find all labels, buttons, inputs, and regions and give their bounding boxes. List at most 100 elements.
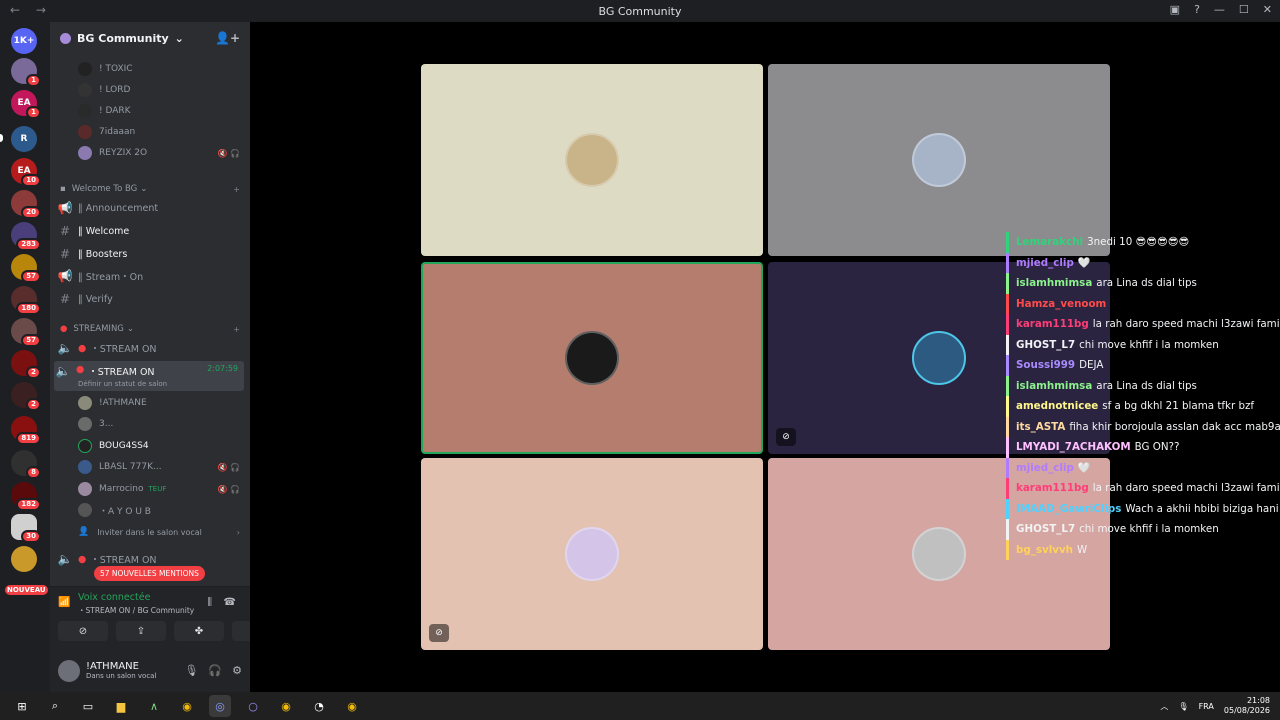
avatar bbox=[565, 133, 619, 187]
noise-suppression-icon[interactable]: ⫼ bbox=[207, 597, 212, 608]
channel-welcome[interactable]: # ‖ Welcome bbox=[50, 221, 250, 241]
avatar bbox=[78, 503, 92, 517]
category-name: STREAMING bbox=[73, 324, 124, 334]
new-mentions-pill[interactable]: 57 NOUVELLES MENTIONS bbox=[94, 566, 205, 581]
avatar bbox=[78, 396, 92, 410]
speaker-icon: 🔈 bbox=[57, 552, 73, 566]
discord-icon[interactable]: ◎ bbox=[209, 695, 231, 717]
invite-to-voice[interactable]: 👤 Inviter dans le salon vocal › bbox=[50, 522, 250, 542]
voice-member[interactable]: ! DARK bbox=[50, 101, 250, 121]
app-icon[interactable]: ○ bbox=[242, 695, 264, 717]
add-member-icon[interactable]: 👤+ bbox=[215, 31, 240, 45]
channel-verify[interactable]: # ‖ Verify bbox=[50, 289, 250, 309]
unread-badge: 819 bbox=[16, 432, 41, 445]
participant-tile[interactable] bbox=[421, 64, 763, 256]
participant-tile[interactable] bbox=[768, 64, 1110, 256]
server-icon[interactable]: 180 bbox=[11, 286, 41, 315]
category-header[interactable]: ● STREAMING ⌄ + bbox=[50, 319, 250, 339]
guild-header[interactable]: BG Community ⌄ 👤+ bbox=[50, 22, 250, 54]
unread-badge: 57 bbox=[21, 270, 41, 283]
server-icon[interactable] bbox=[11, 546, 37, 572]
channel-status[interactable]: Définir un statut de salon bbox=[78, 380, 167, 388]
chat-message: islamhmimsa ara Lina ds dial tips bbox=[1006, 273, 1280, 294]
share-screen-button[interactable]: ⇪ bbox=[116, 621, 166, 641]
headphones-icon[interactable]: 🎧 bbox=[208, 664, 222, 677]
voice-member[interactable]: !ATHMANE bbox=[50, 393, 250, 413]
server-icon[interactable]: 8 bbox=[11, 450, 41, 479]
channel-stream-on[interactable]: 📢 ‖ Stream・On bbox=[50, 266, 250, 286]
voice-member[interactable]: LBASL 777K... 🔇 🎧 bbox=[50, 457, 250, 477]
category-header[interactable]: ▪ Welcome To BG ⌄ + bbox=[50, 179, 250, 199]
server-icon[interactable]: 2 bbox=[11, 350, 41, 379]
unread-badge: 30 bbox=[21, 530, 41, 543]
minimize-button[interactable]: — bbox=[1214, 3, 1225, 16]
channel-boosters[interactable]: # ‖ Boosters bbox=[50, 244, 250, 264]
voice-member[interactable]: REYZIX 2O 🔇 🎧 bbox=[50, 143, 250, 163]
voice-member[interactable]: Marrocino TEUF 🔇 🎧 bbox=[50, 479, 250, 499]
voice-status[interactable]: Voix connectée ・STREAM ON / BG Community bbox=[78, 592, 194, 616]
server-list: 1K+ 1 EA 1 R EA 10 20 283 57 180 57 2 2 81… bbox=[0, 22, 50, 692]
server-icon[interactable]: 1K+ bbox=[11, 28, 37, 54]
gear-icon[interactable]: ⚙ bbox=[232, 664, 242, 677]
voice-member[interactable]: 3... bbox=[50, 414, 250, 434]
add-channel-icon[interactable]: + bbox=[233, 185, 240, 194]
avatar bbox=[565, 527, 619, 581]
camera-off-button[interactable]: ⊘ bbox=[58, 621, 108, 641]
chat-text: chi move khfif i la momken bbox=[1079, 338, 1219, 351]
microphone-icon[interactable]: 🎙 bbox=[184, 664, 198, 677]
server-icon[interactable]: 30 bbox=[11, 514, 41, 543]
user-status: Dans un salon vocal bbox=[86, 672, 157, 680]
voice-member[interactable]: ! LORD bbox=[50, 80, 250, 100]
window-title: BG Community bbox=[598, 4, 682, 18]
server-icon[interactable]: 2 bbox=[11, 382, 41, 411]
participant-tile-speaking[interactable] bbox=[421, 262, 763, 454]
server-icon[interactable]: 1 bbox=[11, 58, 41, 87]
activities-button[interactable]: ✤ bbox=[174, 621, 224, 641]
server-icon[interactable]: 20 bbox=[11, 190, 41, 219]
close-button[interactable]: ✕ bbox=[1263, 3, 1272, 16]
clock[interactable]: 21:08 05/08/2026 bbox=[1224, 696, 1270, 716]
voice-actions: ⊘ ⇪ ✤ ✺ bbox=[58, 621, 282, 641]
microphone-icon[interactable]: 🎙 bbox=[1178, 702, 1188, 711]
hash-icon: # bbox=[59, 247, 71, 261]
help-icon[interactable]: ? bbox=[1194, 3, 1200, 16]
voice-channel[interactable]: 🔈 ● ・STREAM ON bbox=[50, 338, 250, 358]
server-icon[interactable]: 57 bbox=[11, 254, 41, 283]
inbox-icon[interactable]: ▣ bbox=[1170, 3, 1180, 16]
chat-text: 🤍 bbox=[1077, 257, 1091, 270]
participant-tile[interactable]: ⊘ bbox=[421, 458, 763, 650]
start-icon[interactable]: ⊞ bbox=[11, 695, 33, 717]
server-icon[interactable]: 283 bbox=[11, 222, 41, 251]
server-icon[interactable]: 182 bbox=[11, 482, 41, 511]
server-icon[interactable]: EA 1 bbox=[11, 90, 41, 119]
maximize-button[interactable]: ☐ bbox=[1239, 3, 1249, 16]
task-view-icon[interactable]: ▭ bbox=[77, 695, 99, 717]
search-icon[interactable]: ⌕ bbox=[44, 695, 66, 717]
file-explorer-icon[interactable]: ▆ bbox=[110, 695, 132, 717]
voice-member[interactable]: ・A Y O U B bbox=[50, 500, 250, 520]
new-unreads-badge[interactable]: NOUVEAU bbox=[5, 585, 48, 595]
user-info[interactable]: !ATHMANE Dans un salon vocal bbox=[86, 661, 156, 680]
voice-member[interactable]: BOUG4SS4 bbox=[50, 436, 250, 456]
server-icon[interactable]: 57 bbox=[11, 318, 41, 347]
chevron-up-icon[interactable]: ︿ bbox=[1160, 701, 1168, 712]
disconnect-icon[interactable]: ☎ bbox=[224, 597, 236, 608]
chat-username: GHOST_L7 bbox=[1016, 338, 1076, 351]
channel-announcement[interactable]: 📢 ‖ Announcement bbox=[50, 198, 250, 218]
server-icon[interactable]: EA 10 bbox=[11, 158, 41, 187]
avatar[interactable] bbox=[58, 659, 80, 682]
app-icon[interactable]: ∧ bbox=[143, 695, 165, 717]
server-icon[interactable]: R bbox=[11, 126, 37, 152]
language-indicator[interactable]: FRA bbox=[1199, 702, 1214, 711]
chat-username: LMYADI_7ACHAKOM bbox=[1016, 441, 1131, 454]
voice-member[interactable]: 7idaaan bbox=[50, 122, 250, 142]
chrome-icon[interactable]: ◉ bbox=[275, 695, 297, 717]
server-icon[interactable]: 819 bbox=[11, 416, 41, 445]
add-channel-icon[interactable]: + bbox=[233, 325, 240, 334]
history-nav-arrows[interactable]: ← → bbox=[10, 3, 52, 17]
chrome-icon[interactable]: ◉ bbox=[176, 695, 198, 717]
chrome-icon[interactable]: ◉ bbox=[341, 695, 363, 717]
voice-member[interactable]: ! TOXIC bbox=[50, 59, 250, 79]
voice-channel-selected[interactable]: 🔈 ● ・STREAM ON 2:07:59 Définir un statut d… bbox=[54, 361, 244, 391]
app-icon[interactable]: ◔ bbox=[308, 695, 330, 717]
